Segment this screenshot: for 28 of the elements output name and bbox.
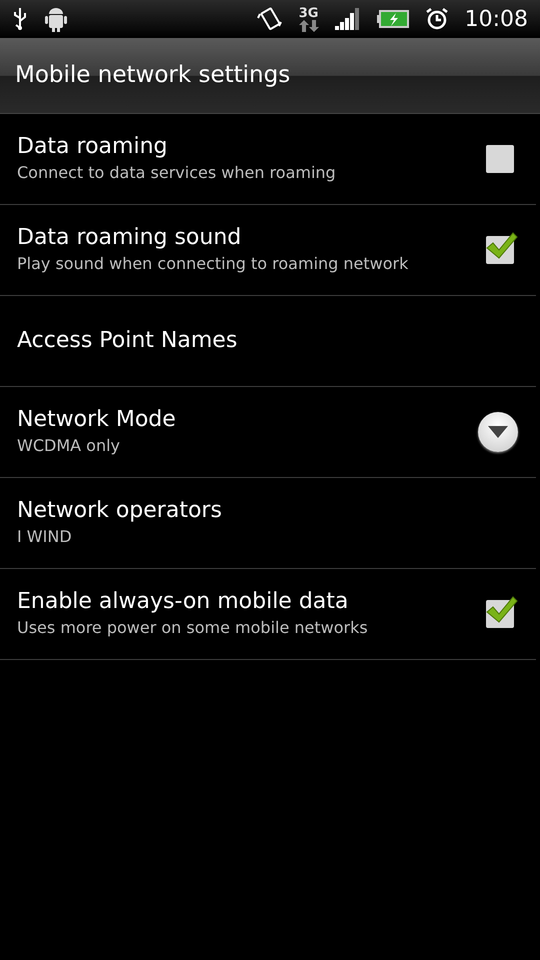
setting-summary: Play sound when connecting to roaming network: [17, 254, 410, 276]
setting-title: Data roaming: [17, 134, 168, 160]
settings-row[interactable]: Access Point Names: [0, 296, 536, 387]
caret-icon: [488, 426, 508, 438]
setting-summary: I WIND: [17, 527, 73, 548]
setting-summary: Connect to data services when roaming: [17, 163, 337, 184]
checkbox[interactable]: [486, 145, 514, 173]
setting-title: Access Point Names: [17, 328, 238, 354]
dropdown-button[interactable]: [478, 412, 518, 452]
android-icon: [44, 6, 68, 32]
setting-summary: Uses more power on some mobile networks: [17, 618, 369, 640]
setting-title: Enable always-on mobile data: [17, 588, 350, 616]
settings-row[interactable]: Data roaming Connect to data services when roaming: [0, 114, 536, 205]
settings-row[interactable]: Network Mode WCDMA only: [0, 387, 536, 478]
network-type: 3G: [298, 6, 318, 20]
signal-icon: [334, 8, 361, 30]
settings-row[interactable]: Network operators I WIND: [0, 478, 536, 569]
data-arrows-icon: [298, 20, 319, 32]
usb-icon: [12, 7, 28, 31]
battery-charging-icon: [376, 10, 409, 28]
setting-title: Network Mode: [17, 406, 177, 434]
setting-title: Data roaming sound: [17, 224, 242, 252]
clock-time: 10:08: [464, 6, 528, 34]
setting-title: Network operators: [17, 498, 223, 524]
screen-title: Mobile network settings: [15, 61, 290, 90]
setting-summary: WCDMA only: [17, 436, 121, 458]
vibrate-icon: [256, 6, 283, 32]
alarm-clock-icon: [424, 7, 449, 31]
